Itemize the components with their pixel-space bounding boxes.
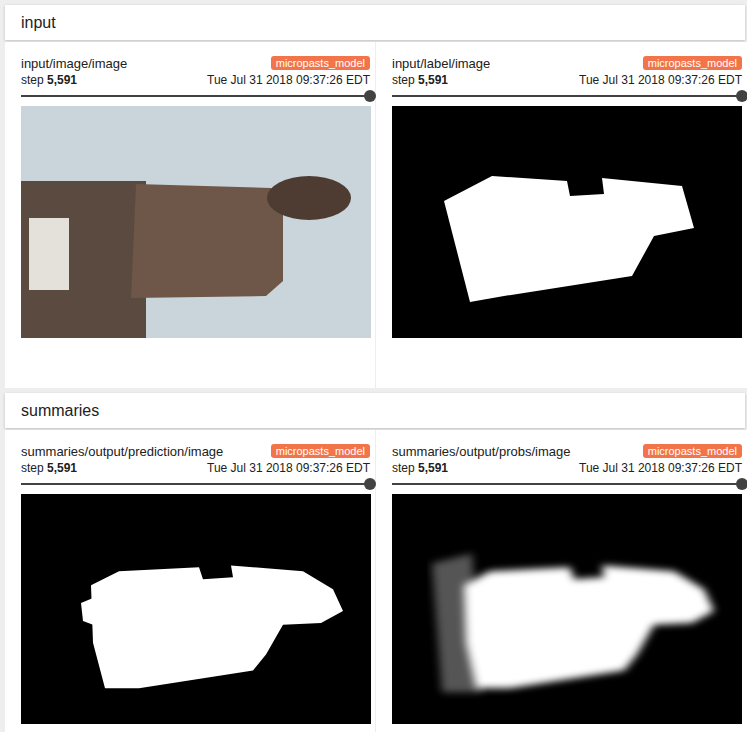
- wall-time: Tue Jul 31 2018 09:37:26 EDT: [207, 73, 370, 89]
- card-grid: input/image/image micropasts_modelstep 5,…: [5, 42, 745, 388]
- slider-track: [392, 95, 742, 97]
- summary-image: [392, 494, 742, 724]
- slider-track: [21, 483, 370, 485]
- run-badge: micropasts_model: [643, 444, 742, 458]
- tag-group: input input/image/image micropasts_modelst…: [5, 5, 745, 388]
- step-row: step 5,591 Tue Jul 31 2018 09:37:26 EDT: [392, 461, 742, 477]
- slider-knob[interactable]: [364, 478, 376, 490]
- step-row: step 5,591 Tue Jul 31 2018 09:37:26 EDT: [21, 461, 370, 477]
- slider-knob[interactable]: [736, 90, 747, 102]
- step-slider[interactable]: [392, 89, 742, 103]
- image-card: summaries/output/prediction/image micropa…: [5, 430, 376, 732]
- slider-track: [392, 483, 742, 485]
- step-text: step 5,591: [392, 461, 448, 477]
- card-tag: summaries/output/probs/image: [392, 444, 570, 459]
- tag-group-header[interactable]: input: [5, 5, 745, 40]
- tag-group-header[interactable]: summaries: [5, 393, 745, 428]
- summary-image: [21, 106, 371, 338]
- summary-image: [21, 494, 371, 724]
- step-row: step 5,591 Tue Jul 31 2018 09:37:26 EDT: [392, 73, 742, 89]
- card-title-row: summaries/output/probs/image micropasts_m…: [392, 442, 742, 460]
- slider-fill: [392, 483, 742, 485]
- step-slider[interactable]: [21, 477, 370, 491]
- card-title-row: input/image/image micropasts_model: [21, 54, 370, 72]
- slider-knob[interactable]: [736, 478, 747, 490]
- image-card: summaries/output/probs/image micropasts_m…: [376, 430, 747, 732]
- images-dashboard: inputinput/image/imagemicropasts_modelst…: [0, 0, 747, 732]
- step-text: step 5,591: [392, 73, 448, 89]
- tag-group: summaries summaries/output/prediction/ima…: [5, 393, 745, 732]
- run-badge: micropasts_model: [643, 56, 742, 70]
- slider-fill: [21, 483, 370, 485]
- card-tag: summaries/output/prediction/image: [21, 444, 223, 459]
- card-tag: input/image/image: [21, 56, 127, 71]
- slider-fill: [21, 95, 370, 97]
- wall-time: Tue Jul 31 2018 09:37:26 EDT: [579, 461, 742, 477]
- run-badge: micropasts_model: [271, 56, 370, 70]
- step-text: step 5,591: [21, 461, 77, 477]
- step-slider[interactable]: [392, 477, 742, 491]
- image-card: input/label/image micropasts_modelstep 5,…: [376, 42, 747, 388]
- step-row: step 5,591 Tue Jul 31 2018 09:37:26 EDT: [21, 73, 370, 89]
- run-badge: micropasts_model: [271, 444, 370, 458]
- slider-fill: [392, 95, 742, 97]
- tag-group-title: input: [21, 14, 56, 32]
- card-tag: input/label/image: [392, 56, 490, 71]
- tag-group-title: summaries: [21, 402, 99, 420]
- card-title-row: summaries/output/prediction/image micropa…: [21, 442, 370, 460]
- slider-knob[interactable]: [364, 90, 376, 102]
- card-grid: summaries/output/prediction/image micropa…: [5, 430, 745, 732]
- step-slider[interactable]: [21, 89, 370, 103]
- wall-time: Tue Jul 31 2018 09:37:26 EDT: [207, 461, 370, 477]
- summary-image: [392, 106, 742, 338]
- wall-time: Tue Jul 31 2018 09:37:26 EDT: [579, 73, 742, 89]
- card-title-row: input/label/image micropasts_model: [392, 54, 742, 72]
- image-card: input/image/image micropasts_modelstep 5,…: [5, 42, 376, 388]
- step-text: step 5,591: [21, 73, 77, 89]
- slider-track: [21, 95, 370, 97]
